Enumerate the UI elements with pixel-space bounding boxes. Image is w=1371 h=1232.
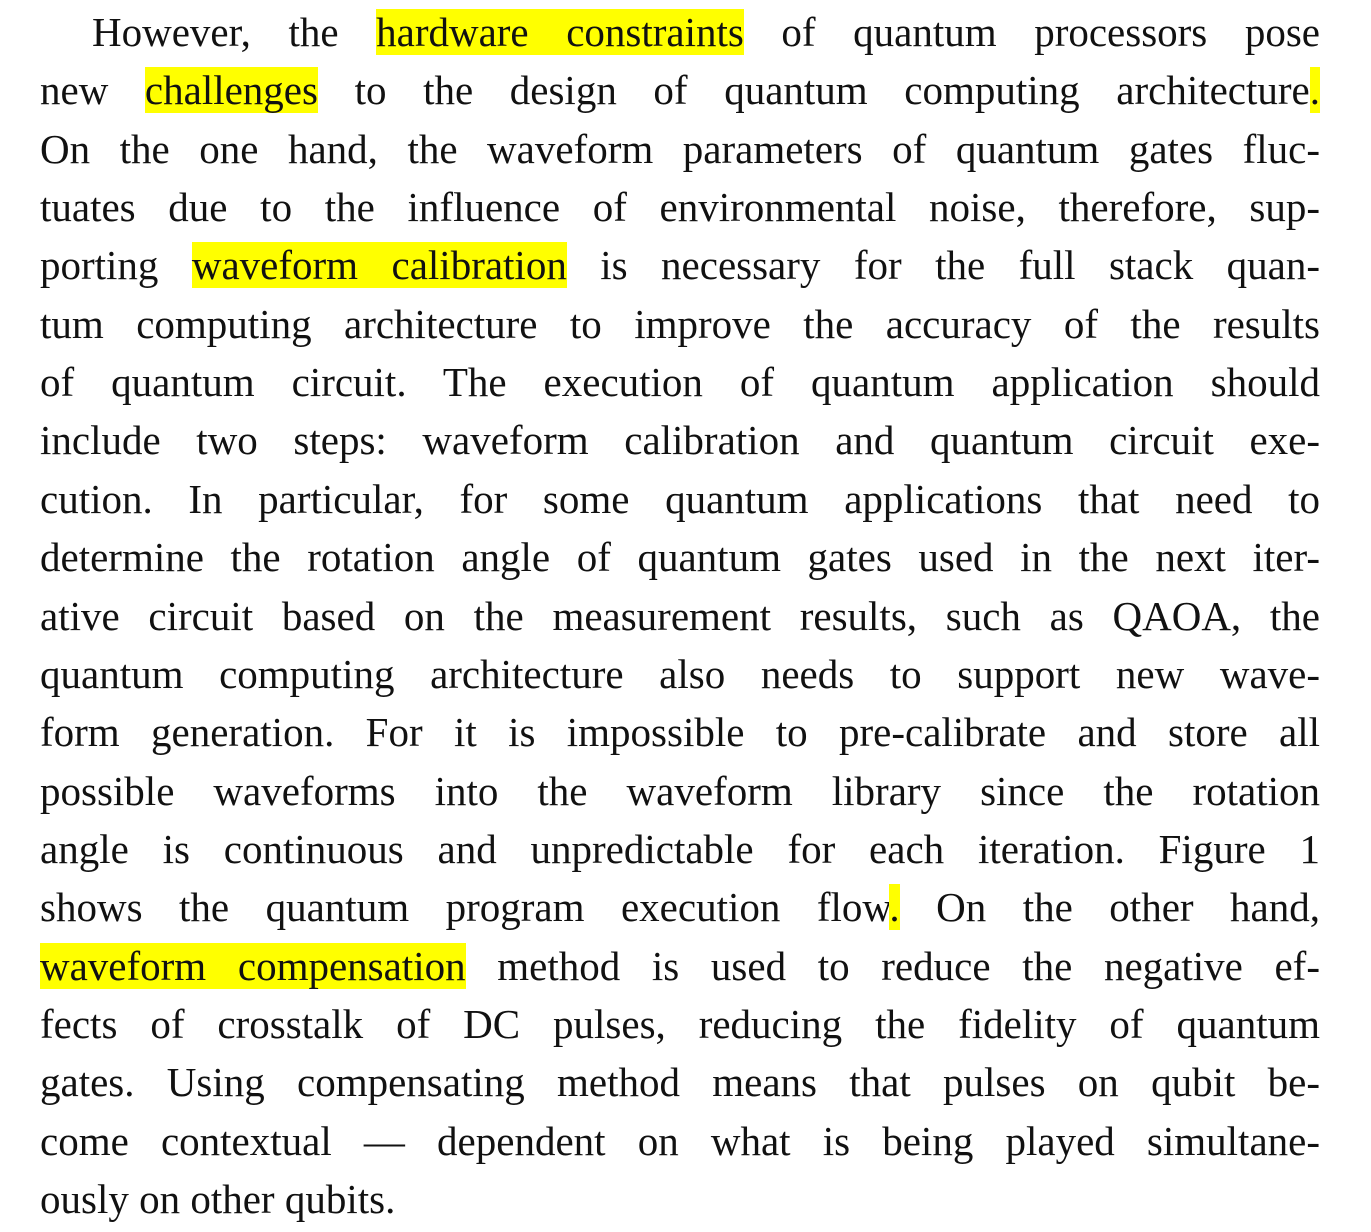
highlighted-phrase: challenges <box>144 67 318 114</box>
text-segment: to the design of quantum computing archi… <box>317 67 1310 114</box>
text-line: quantum computing architecture also need… <box>40 645 1320 703</box>
text-line: tuates due to the influence of environme… <box>40 178 1320 236</box>
text-segment: include two steps: waveform calibration … <box>40 417 1320 464</box>
highlighted-phrase: waveform compensation <box>40 942 466 989</box>
text-segment: fects of crosstalk of DC pulses, reducin… <box>40 1000 1320 1047</box>
text-line: come contextual — dependent on what is b… <box>40 1112 1320 1170</box>
text-line: cution. In particular, for some quantum … <box>40 470 1320 528</box>
text-segment: On the one hand, the waveform parameters… <box>40 125 1320 172</box>
text-segment: method is used to reduce the negative ef… <box>465 942 1320 989</box>
text-line: of quantum circuit. The execution of qua… <box>40 353 1320 411</box>
text-segment: cution. In particular, for some quantum … <box>40 475 1320 522</box>
text-segment: ative circuit based on the measurement r… <box>40 592 1320 639</box>
text-segment: form generation. For it is impossible to… <box>40 709 1320 756</box>
text-line: tum computing architecture to improve th… <box>40 295 1320 353</box>
text-line: waveform compensation method is used to … <box>40 937 1320 995</box>
text-segment: new <box>40 67 145 114</box>
text-line: porting waveform calibration is necessar… <box>40 236 1320 294</box>
text-line: shows the quantum program execution flow… <box>40 878 1320 936</box>
text-segment: porting <box>40 242 192 289</box>
text-segment: tuates due to the influence of environme… <box>40 184 1320 231</box>
text-line: ously on other qubits. <box>40 1170 1320 1228</box>
text-line: ative circuit based on the measurement r… <box>40 587 1320 645</box>
text-line: fects of crosstalk of DC pulses, reducin… <box>40 995 1320 1053</box>
text-line: gates. Using compensating method means t… <box>40 1053 1320 1111</box>
highlighted-phrase: hardware constraints <box>376 9 744 55</box>
text-line: determine the rotation angle of quantum … <box>40 528 1320 586</box>
text-segment: of quantum circuit. The execution of qua… <box>40 359 1320 406</box>
text-line: new challenges to the design of quantum … <box>40 61 1320 119</box>
text-segment: quantum computing architecture also need… <box>40 650 1320 697</box>
text-segment: possible waveforms into the waveform lib… <box>40 767 1320 814</box>
text-segment: come contextual — dependent on what is b… <box>40 1117 1320 1164</box>
text-segment: is necessary for the full stack quan- <box>566 242 1320 289</box>
text-line: On the one hand, the waveform parameters… <box>40 120 1320 178</box>
text-segment: angle is continuous and unpredictable fo… <box>40 825 1320 872</box>
text-segment: shows the quantum program execution flow <box>40 884 890 931</box>
text-segment: of quantum processors pose <box>743 9 1320 55</box>
text-segment: However, the <box>92 9 377 55</box>
text-line: possible waveforms into the waveform lib… <box>40 762 1320 820</box>
text-segment: ously on other qubits. <box>40 1176 396 1222</box>
highlighted-phrase: . <box>1309 67 1320 114</box>
text-segment: tum computing architecture to improve th… <box>40 300 1320 347</box>
text-line: However, the hardware constraints of qua… <box>92 3 1320 61</box>
text-segment: determine the rotation angle of quantum … <box>40 534 1320 581</box>
text-line: angle is continuous and unpredictable fo… <box>40 820 1320 878</box>
text-segment: gates. Using compensating method means t… <box>40 1059 1320 1106</box>
text-segment: On the other hand, <box>899 884 1320 931</box>
highlighted-phrase: . <box>889 884 900 931</box>
document-page: However, the hardware constraints of qua… <box>0 0 1371 1232</box>
text-line: form generation. For it is impossible to… <box>40 703 1320 761</box>
highlighted-phrase: waveform calibration <box>191 242 567 289</box>
text-line: include two steps: waveform calibration … <box>40 411 1320 469</box>
